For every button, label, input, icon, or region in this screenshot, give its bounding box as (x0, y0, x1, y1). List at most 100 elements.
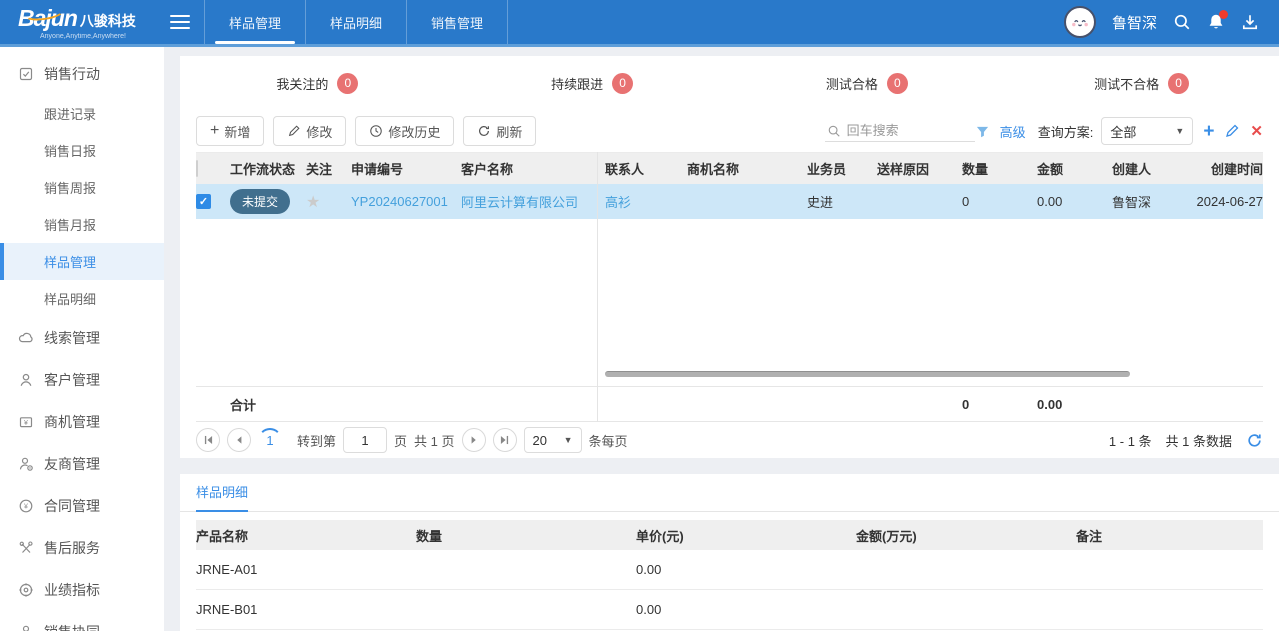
sidebar-item-sales-action[interactable]: 销售行动 (0, 53, 164, 95)
edit-button[interactable]: 修改 (273, 116, 346, 146)
sidebar-item-label: 商机管理 (44, 412, 100, 432)
star-icon[interactable]: ★ (306, 194, 320, 211)
col-header[interactable]: 创建时间 (1192, 159, 1263, 178)
select-all-checkbox[interactable] (196, 160, 198, 177)
sidebar-item-label: 售后服务 (44, 538, 100, 558)
current-page[interactable]: 1 (258, 428, 282, 452)
col-header[interactable]: 客户名称 (461, 159, 597, 178)
search-input[interactable] (847, 123, 965, 138)
delete-query-plan-icon[interactable]: ✕ (1250, 122, 1263, 140)
sidebar-item-leads[interactable]: 线索管理 (0, 317, 164, 359)
search-icon[interactable] (1173, 13, 1191, 31)
sidebar-item-sales-weekly[interactable]: 销售周报 (0, 169, 164, 206)
tab-sample-detail[interactable]: 样品明细 (306, 0, 407, 44)
avatar[interactable] (1064, 6, 1096, 38)
clipboard-check-icon (18, 66, 34, 82)
tab-label: 样品管理 (229, 13, 281, 32)
button-label: 刷新 (496, 122, 522, 141)
col-header[interactable]: 商机名称 (687, 159, 807, 178)
qty-cell: 0 (962, 194, 1037, 209)
sidebar-item-contracts[interactable]: ¥ 合同管理 (0, 485, 164, 527)
sidebar-item-opportunities[interactable]: ¥ 商机管理 (0, 401, 164, 443)
notification-dot (1219, 10, 1228, 19)
tab-sample-management[interactable]: 样品管理 (204, 0, 306, 44)
stats-row: 我关注的 0 持续跟进 0 测试合格 0 测试不合格 0 (180, 56, 1279, 110)
customer-link[interactable]: 阿里云计算有限公司 (461, 195, 578, 210)
stat-test-pass[interactable]: 测试合格 0 (730, 73, 1005, 94)
stat-label: 测试不合格 (1094, 74, 1159, 93)
sidebar-item-label: 样品管理 (44, 252, 96, 271)
sidebar-item-after-sales[interactable]: 售后服务 (0, 527, 164, 569)
contact-link[interactable]: 高衫 (605, 195, 631, 210)
next-page-button[interactable] (462, 428, 486, 452)
username[interactable]: 鲁智深 (1112, 12, 1157, 33)
sidebar-item-label: 销售行动 (44, 64, 100, 84)
edit-query-plan-icon[interactable] (1224, 123, 1240, 139)
person-icon (18, 372, 34, 388)
topbar: Bajun 八骏科技 Anyone,Anytime,Anywhere! 样品管理… (0, 0, 1279, 47)
col-header[interactable]: 金额 (1037, 159, 1112, 178)
detail-row[interactable]: JRNE-B01 0.00 (196, 590, 1263, 630)
sidebar: 销售行动 跟进记录 销售日报 销售周报 销售月报 样品管理 样品明细 线索管理 … (0, 47, 164, 631)
col-header[interactable]: 工作流状态 (230, 159, 306, 178)
col-header[interactable]: 业务员 (807, 159, 877, 178)
sidebar-item-label: 销售月报 (44, 215, 96, 234)
download-icon[interactable] (1241, 13, 1259, 31)
stat-count-badge: 0 (887, 73, 908, 94)
add-query-plan-icon[interactable]: + (1203, 122, 1214, 141)
advanced-search-link[interactable]: 高级 (1000, 122, 1026, 141)
product-name-cell: JRNE-A01 (196, 562, 416, 577)
goto-page-input[interactable] (343, 427, 387, 453)
table-header-row: 工作流状态 关注 申请编号 客户名称 联系人 商机名称 业务员 送样原因 数量 … (196, 152, 1263, 184)
col-header: 产品名称 (196, 526, 416, 545)
record-total: 共 1 条数据 (1166, 431, 1232, 450)
bell-icon[interactable] (1207, 13, 1225, 31)
sample-list-panel: 我关注的 0 持续跟进 0 测试合格 0 测试不合格 0 + 新增 修改 修改历… (180, 56, 1279, 458)
query-plan-select[interactable]: 全部 ▼ (1101, 117, 1193, 145)
sidebar-item-sales-collab[interactable]: 销售协同 (0, 611, 164, 631)
page-size-select[interactable]: 20 ▼ (524, 427, 582, 453)
table-row[interactable]: ✓ 未提交 ★ YP20240627001 阿里云计算有限公司 高衫 史进 0 … (196, 184, 1263, 219)
prev-page-button[interactable] (227, 428, 251, 452)
filter-funnel-icon[interactable] (975, 124, 990, 139)
reload-icon[interactable] (1246, 432, 1263, 449)
totals-qty: 0 (962, 397, 1037, 412)
horizontal-scrollbar[interactable] (605, 371, 1130, 377)
pagination-bar: 1 转到第 页 共 1 页 20 ▼ 条每页 1 - 1 条 共 1 条数据 (180, 422, 1279, 458)
sidebar-item-customers[interactable]: 客户管理 (0, 359, 164, 401)
first-page-button[interactable] (196, 428, 220, 452)
stat-continuous-follow[interactable]: 持续跟进 0 (455, 73, 730, 94)
menu-icon[interactable] (170, 11, 190, 33)
col-header[interactable]: 数量 (962, 159, 1037, 178)
price-cell: 0.00 (636, 602, 856, 617)
col-header[interactable]: 申请编号 (351, 159, 461, 178)
edit-history-button[interactable]: 修改历史 (355, 116, 454, 146)
stat-my-follow[interactable]: 我关注的 0 (180, 73, 455, 94)
sidebar-item-sample-detail[interactable]: 样品明细 (0, 280, 164, 317)
row-checkbox[interactable]: ✓ (196, 194, 211, 209)
tab-sample-detail-sub[interactable]: 样品明细 (196, 482, 248, 512)
page-unit: 页 (394, 431, 407, 450)
detail-row[interactable]: JRNE-A01 0.00 (196, 550, 1263, 590)
col-header[interactable]: 创建人 (1112, 159, 1192, 178)
app-logo: Bajun 八骏科技 Anyone,Anytime,Anywhere! (0, 0, 168, 44)
col-header[interactable]: 关注 (306, 159, 351, 178)
status-badge[interactable]: 未提交 (230, 189, 290, 214)
sidebar-item-kpi[interactable]: 业绩指标 (0, 569, 164, 611)
apply-no-link[interactable]: YP20240627001 (351, 194, 448, 209)
add-button[interactable]: + 新增 (196, 116, 264, 146)
stat-test-fail[interactable]: 测试不合格 0 (1004, 73, 1279, 94)
sidebar-item-partners[interactable]: 友商管理 (0, 443, 164, 485)
list-toolbar: + 新增 修改 修改历史 刷新 高级 查询方案: 全部 ▼ + ✕ (180, 110, 1279, 152)
tab-sales-management[interactable]: 销售管理 (407, 0, 508, 44)
last-page-button[interactable] (493, 428, 517, 452)
sidebar-item-sample-management[interactable]: 样品管理 (0, 243, 164, 280)
sidebar-item-sales-monthly[interactable]: 销售月报 (0, 206, 164, 243)
logo-text-cn: 八骏科技 (80, 11, 136, 31)
sidebar-item-follow-records[interactable]: 跟进记录 (0, 95, 164, 132)
sidebar-item-sales-daily[interactable]: 销售日报 (0, 132, 164, 169)
refresh-button[interactable]: 刷新 (463, 116, 536, 146)
col-header[interactable]: 送样原因 (877, 159, 962, 178)
cloud-icon (18, 330, 34, 346)
col-header[interactable]: 联系人 (597, 159, 687, 178)
